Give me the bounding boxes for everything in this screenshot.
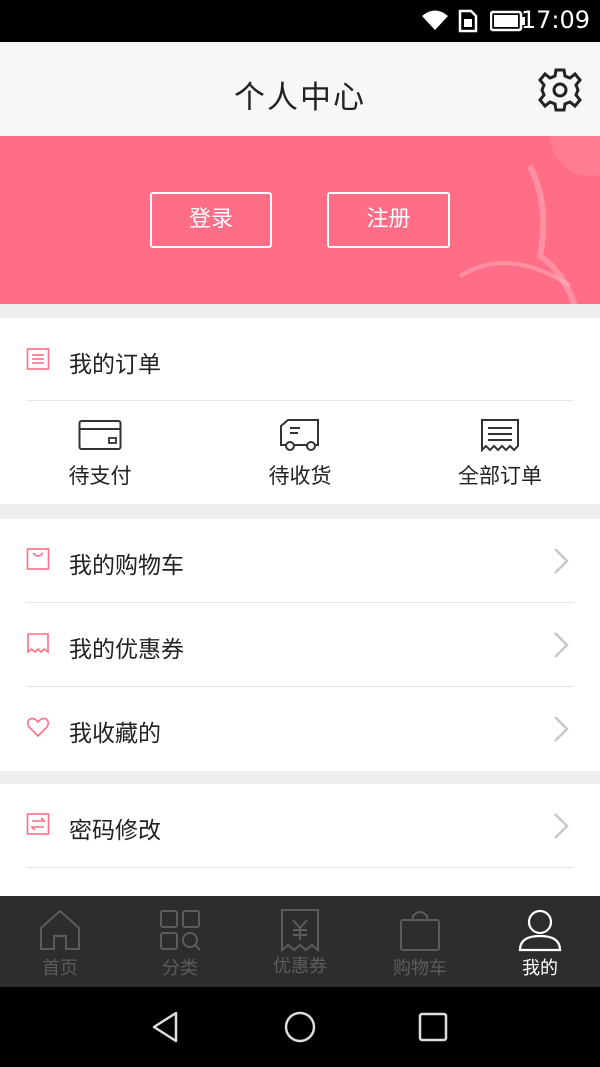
coupon-icon [27,633,49,654]
orders-title: 我的订单 [69,352,161,378]
tab-category[interactable]: 分类 [120,896,240,987]
cart-icon [26,548,50,570]
tab-coupons-label: 优惠券 [273,956,327,977]
orders-section: 我的订单 待支付 待收货 全部订单 [0,318,600,504]
tab-home-label: 首页 [42,958,78,979]
tab-me[interactable]: 我的 [480,896,600,987]
tab-coupons[interactable]: 优惠券 [240,896,360,987]
menu-item-cart-label: 我的购物车 [69,553,184,579]
menu-item-favorites[interactable]: 我收藏的 [0,687,600,771]
password-icon [26,813,50,835]
tab-me-label: 我的 [522,958,558,979]
tab-home[interactable]: 首页 [0,896,120,987]
chevron-right-icon [554,716,569,742]
bag-icon [400,911,440,951]
tab-pending-payment[interactable]: 待支付 [10,416,190,496]
chevron-right-icon [554,813,569,839]
login-button[interactable]: 登录 [150,192,272,248]
system-nav-bar [0,987,600,1067]
menu-item-favorites-label: 我收藏的 [69,721,161,747]
coupon-icon [281,909,319,952]
menu-item-change-password[interactable]: 密码修改 [0,784,600,868]
tab-pending-payment-label: 待支付 [68,464,132,488]
tab-all-orders[interactable]: 全部订单 [410,416,590,496]
menu-item-change-password-label: 密码修改 [69,818,161,844]
heart-icon [26,717,50,738]
bottom-tab-bar: 首页 分类 优惠券 购物车 我的 [0,896,600,987]
app-bar: 个人中心 [0,42,600,136]
tab-cart[interactable]: 购物车 [360,896,480,987]
home-nav-icon[interactable] [282,1009,318,1045]
tab-all-orders-label: 全部订单 [458,464,542,488]
page-title: 个人中心 [234,80,366,116]
truck-icon [280,419,319,451]
wifi-icon [422,10,448,30]
menu-list: 我的购物车 我的优惠券 我收藏的 [0,519,600,771]
card-icon [78,420,122,450]
register-button[interactable]: 注册 [327,192,450,248]
status-time: 17:09 [520,6,590,34]
tab-category-label: 分类 [162,958,198,979]
tab-cart-label: 购物车 [393,958,447,979]
user-icon [518,909,562,952]
back-icon[interactable] [148,1009,184,1045]
settings-list: 密码修改 [0,784,600,896]
receipt-icon [481,419,519,452]
status-bar: 17:09 [0,0,600,42]
chevron-right-icon [554,548,569,574]
recents-icon[interactable] [415,1009,451,1045]
sim-icon [458,9,478,33]
gear-icon[interactable] [536,66,584,114]
divider [26,400,574,401]
list-icon [26,348,50,370]
divider [26,867,574,868]
menu-item-coupons-label: 我的优惠券 [69,637,184,663]
chevron-right-icon [554,632,569,658]
user-banner: 登录 注册 [0,136,600,304]
tab-pending-receipt[interactable]: 待收货 [210,416,390,496]
menu-item-coupons[interactable]: 我的优惠券 [0,603,600,687]
home-icon [40,909,80,950]
tab-pending-receipt-label: 待收货 [268,464,332,488]
menu-item-cart[interactable]: 我的购物车 [0,519,600,603]
orders-header[interactable]: 我的订单 [0,318,600,400]
category-icon [160,910,201,951]
